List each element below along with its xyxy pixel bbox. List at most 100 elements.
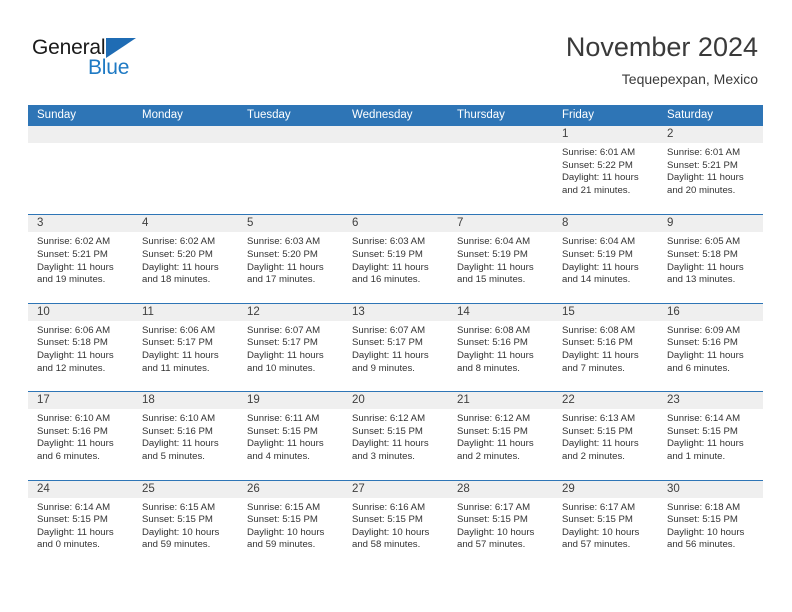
calendar-day-cell[interactable]: 23 Sunrise: 6:14 AM Sunset: 5:15 PM Dayligh… — [658, 392, 763, 479]
calendar-day-cell[interactable]: 14 Sunrise: 6:08 AM Sunset: 5:16 PM Dayligh… — [448, 303, 553, 391]
day-daylight1-text: Daylight: 11 hours — [37, 526, 114, 538]
day-sun-info: Sunrise: 6:08 AM Sunset: 5:16 PM Daylight:… — [448, 321, 553, 375]
day-daylight1-text: Daylight: 11 hours — [457, 349, 534, 361]
day-sun-info: Sunrise: 6:06 AM Sunset: 5:18 PM Daylight:… — [28, 321, 133, 375]
day-sunset-text: Sunset: 5:15 PM — [457, 425, 528, 437]
day-number: 25 — [133, 480, 238, 498]
day-daylight1-text: Daylight: 10 hours — [562, 526, 640, 538]
day-sun-info: Sunrise: 6:03 AM Sunset: 5:20 PM Daylight:… — [238, 232, 343, 286]
day-number: 3 — [28, 215, 133, 233]
day-number: 14 — [448, 303, 553, 321]
calendar-day-cell[interactable]: 17 Sunrise: 6:10 AM Sunset: 5:16 PM Dayligh… — [28, 392, 133, 479]
calendar-day-cell[interactable]: 4 Sunrise: 6:02 AM Sunset: 5:20 PM Daylight… — [133, 215, 238, 302]
day-daylight2-text: and 16 minutes. — [352, 274, 421, 286]
calendar-day-cell[interactable]: 13 Sunrise: 6:07 AM Sunset: 5:17 PM Dayligh… — [343, 303, 448, 391]
day-daylight2-text: and 57 minutes. — [562, 539, 631, 551]
calendar-day-cell[interactable]: 27 Sunrise: 6:16 AM Sunset: 5:15 PM Dayligh… — [343, 480, 448, 568]
day-sun-info: Sunrise: 6:02 AM Sunset: 5:20 PM Daylight:… — [133, 232, 238, 286]
day-sunset-text: Sunset: 5:15 PM — [667, 425, 738, 437]
day-number: 6 — [343, 215, 448, 233]
weekday-header-row: Sunday Monday Tuesday Wednesday Thursday Frid… — [28, 105, 763, 126]
general-blue-logo[interactable]: General Blue — [32, 36, 162, 84]
day-daylight1-text: Daylight: 10 hours — [352, 526, 430, 538]
calendar-day-cell[interactable]: 8 Sunrise: 6:04 AM Sunset: 5:19 PM Daylight… — [553, 215, 658, 302]
day-sunrise-text: Sunrise: 6:03 AM — [352, 236, 426, 248]
page-title: November 2024 — [565, 32, 758, 62]
calendar-day-cell[interactable]: 9 Sunrise: 6:05 AM Sunset: 5:18 PM Daylight… — [658, 215, 763, 302]
day-sunset-text: Sunset: 5:15 PM — [247, 425, 318, 437]
day-daylight2-text: and 0 minutes. — [37, 539, 100, 551]
calendar-day-cell[interactable]: 15 Sunrise: 6:08 AM Sunset: 5:16 PM Dayligh… — [553, 303, 658, 391]
day-number: 28 — [448, 480, 553, 498]
calendar-page: General Blue November 2024 Tequepexpan, … — [0, 0, 792, 612]
day-number: 24 — [28, 480, 133, 498]
calendar-day-cell[interactable]: 30 Sunrise: 6:18 AM Sunset: 5:15 PM Dayligh… — [658, 480, 763, 568]
day-daylight1-text: Daylight: 11 hours — [352, 438, 429, 450]
weekday-header-friday: Friday — [562, 109, 594, 121]
calendar-week-row: 17 Sunrise: 6:10 AM Sunset: 5:16 PM Dayligh… — [28, 391, 763, 479]
day-sunrise-text: Sunrise: 6:02 AM — [37, 236, 111, 248]
calendar-day-cell[interactable]: 11 Sunrise: 6:06 AM Sunset: 5:17 PM Dayligh… — [133, 303, 238, 391]
calendar-day-cell[interactable]: 10 Sunrise: 6:06 AM Sunset: 5:18 PM Dayligh… — [28, 303, 133, 391]
day-daylight1-text: Daylight: 11 hours — [562, 261, 639, 273]
day-sunrise-text: Sunrise: 6:14 AM — [667, 413, 741, 425]
calendar-day-cell[interactable]: 3 Sunrise: 6:02 AM Sunset: 5:21 PM Daylight… — [28, 215, 133, 302]
day-number: 23 — [658, 392, 763, 410]
day-sunset-text: Sunset: 5:18 PM — [667, 248, 738, 260]
day-number: 26 — [238, 480, 343, 498]
calendar-day-cell[interactable]: 26 Sunrise: 6:15 AM Sunset: 5:15 PM Dayligh… — [238, 480, 343, 568]
calendar-day-cell[interactable]: 19 Sunrise: 6:11 AM Sunset: 5:15 PM Dayligh… — [238, 392, 343, 479]
day-daylight2-text: and 15 minutes. — [457, 274, 526, 286]
day-sunrise-text: Sunrise: 6:05 AM — [667, 236, 741, 248]
calendar-day-cell[interactable]: 29 Sunrise: 6:17 AM Sunset: 5:15 PM Dayligh… — [553, 480, 658, 568]
calendar-day-cell[interactable]: 7 Sunrise: 6:04 AM Sunset: 5:19 PM Daylight… — [448, 215, 553, 302]
day-sunrise-text: Sunrise: 6:03 AM — [247, 236, 321, 248]
calendar-day-cell[interactable]: 21 Sunrise: 6:12 AM Sunset: 5:15 PM Dayligh… — [448, 392, 553, 479]
day-number: 22 — [553, 392, 658, 410]
day-sunset-text: Sunset: 5:15 PM — [352, 514, 423, 526]
day-number: 29 — [553, 480, 658, 498]
calendar-day-cell[interactable]: 24 Sunrise: 6:14 AM Sunset: 5:15 PM Dayligh… — [28, 480, 133, 568]
day-sun-info: Sunrise: 6:13 AM Sunset: 5:15 PM Daylight:… — [553, 409, 658, 463]
calendar-day-cell[interactable]: 20 Sunrise: 6:12 AM Sunset: 5:15 PM Dayligh… — [343, 392, 448, 479]
day-daylight1-text: Daylight: 11 hours — [667, 261, 744, 273]
calendar-day-cell[interactable]: 12 Sunrise: 6:07 AM Sunset: 5:17 PM Dayligh… — [238, 303, 343, 391]
calendar-day-cell[interactable]: 5 Sunrise: 6:03 AM Sunset: 5:20 PM Daylight… — [238, 215, 343, 302]
day-sunset-text: Sunset: 5:15 PM — [562, 425, 633, 437]
day-sunrise-text: Sunrise: 6:06 AM — [37, 324, 111, 336]
day-daylight1-text: Daylight: 11 hours — [352, 261, 429, 273]
day-sunset-text: Sunset: 5:17 PM — [352, 337, 423, 349]
day-daylight1-text: Daylight: 11 hours — [37, 438, 114, 450]
day-number: 18 — [133, 392, 238, 410]
day-daylight1-text: Daylight: 11 hours — [247, 261, 324, 273]
day-sun-info: Sunrise: 6:18 AM Sunset: 5:15 PM Daylight:… — [658, 498, 763, 552]
day-sunrise-text: Sunrise: 6:01 AM — [667, 147, 741, 158]
calendar-day-cell[interactable]: 18 Sunrise: 6:10 AM Sunset: 5:16 PM Dayligh… — [133, 392, 238, 479]
calendar-day-cell[interactable]: 25 Sunrise: 6:15 AM Sunset: 5:15 PM Dayligh… — [133, 480, 238, 568]
title-block: November 2024 Tequepexpan, Mexico — [566, 30, 758, 89]
calendar-day-cell[interactable]: 6 Sunrise: 6:03 AM Sunset: 5:19 PM Daylight… — [343, 215, 448, 302]
day-number: 15 — [553, 303, 658, 321]
day-daylight1-text: Daylight: 11 hours — [142, 349, 219, 361]
calendar-day-cell[interactable]: 2 Sunrise: 6:01 AM Sunset: 5:21 PM Daylight… — [658, 126, 763, 214]
day-number: 12 — [238, 303, 343, 321]
calendar-day-cell[interactable]: 1 Sunrise: 6:01 AM Sunset: 5:22 PM Daylight… — [553, 126, 658, 214]
day-daylight2-text: and 59 minutes. — [142, 539, 211, 551]
day-sunset-text: Sunset: 5:15 PM — [142, 514, 213, 526]
calendar-day-cell[interactable]: 16 Sunrise: 6:09 AM Sunset: 5:16 PM Dayligh… — [658, 303, 763, 391]
day-daylight1-text: Daylight: 11 hours — [562, 172, 639, 184]
weekday-header-thursday: Thursday — [457, 109, 505, 121]
day-daylight1-text: Daylight: 11 hours — [667, 172, 744, 184]
day-sun-info: Sunrise: 6:05 AM Sunset: 5:18 PM Daylight:… — [658, 232, 763, 286]
day-daylight1-text: Daylight: 11 hours — [142, 438, 219, 450]
calendar-day-cell-empty — [238, 126, 343, 214]
day-sunset-text: Sunset: 5:21 PM — [667, 159, 738, 171]
day-number: 11 — [133, 303, 238, 321]
day-sun-info: Sunrise: 6:07 AM Sunset: 5:17 PM Daylight:… — [238, 321, 343, 375]
day-sun-info: Sunrise: 6:12 AM Sunset: 5:15 PM Daylight:… — [343, 409, 448, 463]
calendar-day-cell[interactable]: 28 Sunrise: 6:17 AM Sunset: 5:15 PM Dayligh… — [448, 480, 553, 568]
day-daylight1-text: Daylight: 11 hours — [352, 349, 429, 361]
day-daylight2-text: and 17 minutes. — [247, 274, 316, 286]
calendar-day-cell[interactable]: 22 Sunrise: 6:13 AM Sunset: 5:15 PM Dayligh… — [553, 392, 658, 479]
day-sunrise-text: Sunrise: 6:07 AM — [352, 324, 426, 336]
